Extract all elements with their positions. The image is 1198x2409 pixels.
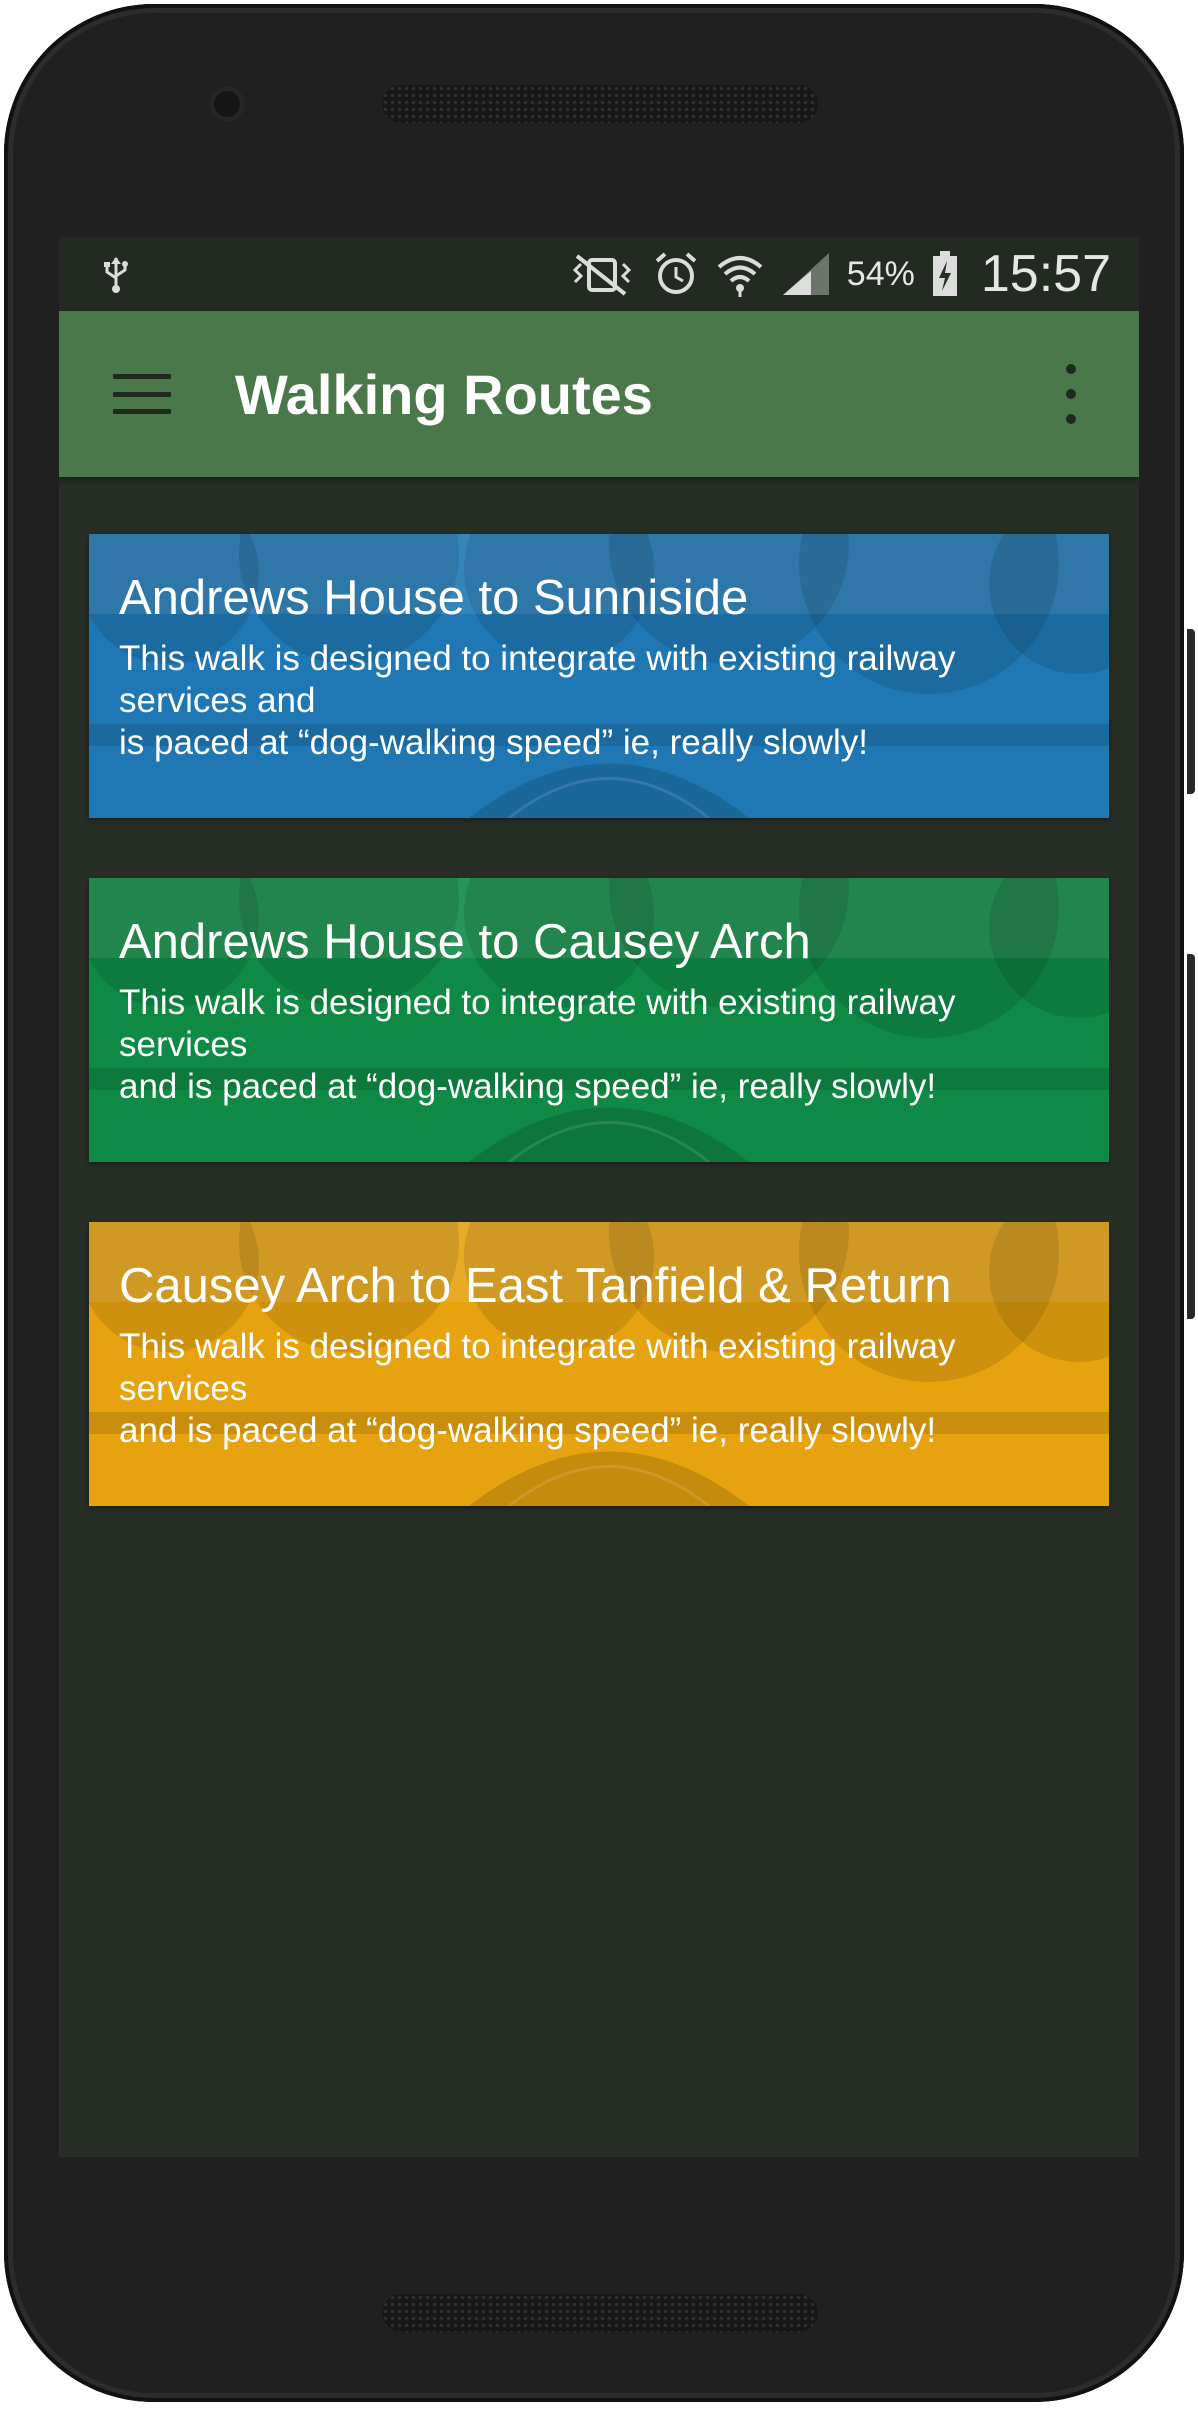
front-camera [209,86,245,122]
more-vert-icon[interactable] [1051,364,1091,424]
usb-icon [104,257,128,293]
route-description: This walk is designed to integrate with … [119,639,956,763]
volume-rocker [1187,954,1195,1319]
route-card-causey-arch[interactable]: Andrews House to Causey Arch This walk i… [89,878,1109,1162]
route-title: Andrews House to Causey Arch [119,915,811,969]
phone-frame: 54% 15:57 Walking Routes Andrews House t… [4,4,1195,2402]
vibrate-icon [572,254,631,296]
hamburger-menu-icon[interactable] [113,374,171,414]
app-bar: Walking Routes [59,311,1139,477]
top-speaker [382,85,818,123]
route-title: Andrews House to Sunniside [119,571,749,625]
battery-percent: 54% [846,254,915,293]
clock: 15:57 [980,245,1111,303]
route-description: This walk is designed to integrate with … [119,983,956,1107]
screen: 54% 15:57 Walking Routes Andrews House t… [59,237,1139,2157]
alarm-icon [655,252,697,294]
cell-signal-icon [782,253,829,295]
power-button [1187,629,1195,794]
page-title: Walking Routes [235,362,653,426]
bottom-speaker [382,2294,818,2332]
battery-icon [932,251,957,296]
route-title: Causey Arch to East Tanfield & Return [119,1259,952,1313]
route-card-sunniside[interactable]: Andrews House to Sunniside This walk is … [89,534,1109,818]
route-card-east-tanfield[interactable]: Causey Arch to East Tanfield & Return Th… [89,1222,1109,1506]
route-description: This walk is designed to integrate with … [119,1327,956,1451]
status-bar: 54% 15:57 [59,237,1139,311]
route-list: Andrews House to Sunniside This walk is … [59,477,1139,1506]
wifi-icon [717,256,763,297]
